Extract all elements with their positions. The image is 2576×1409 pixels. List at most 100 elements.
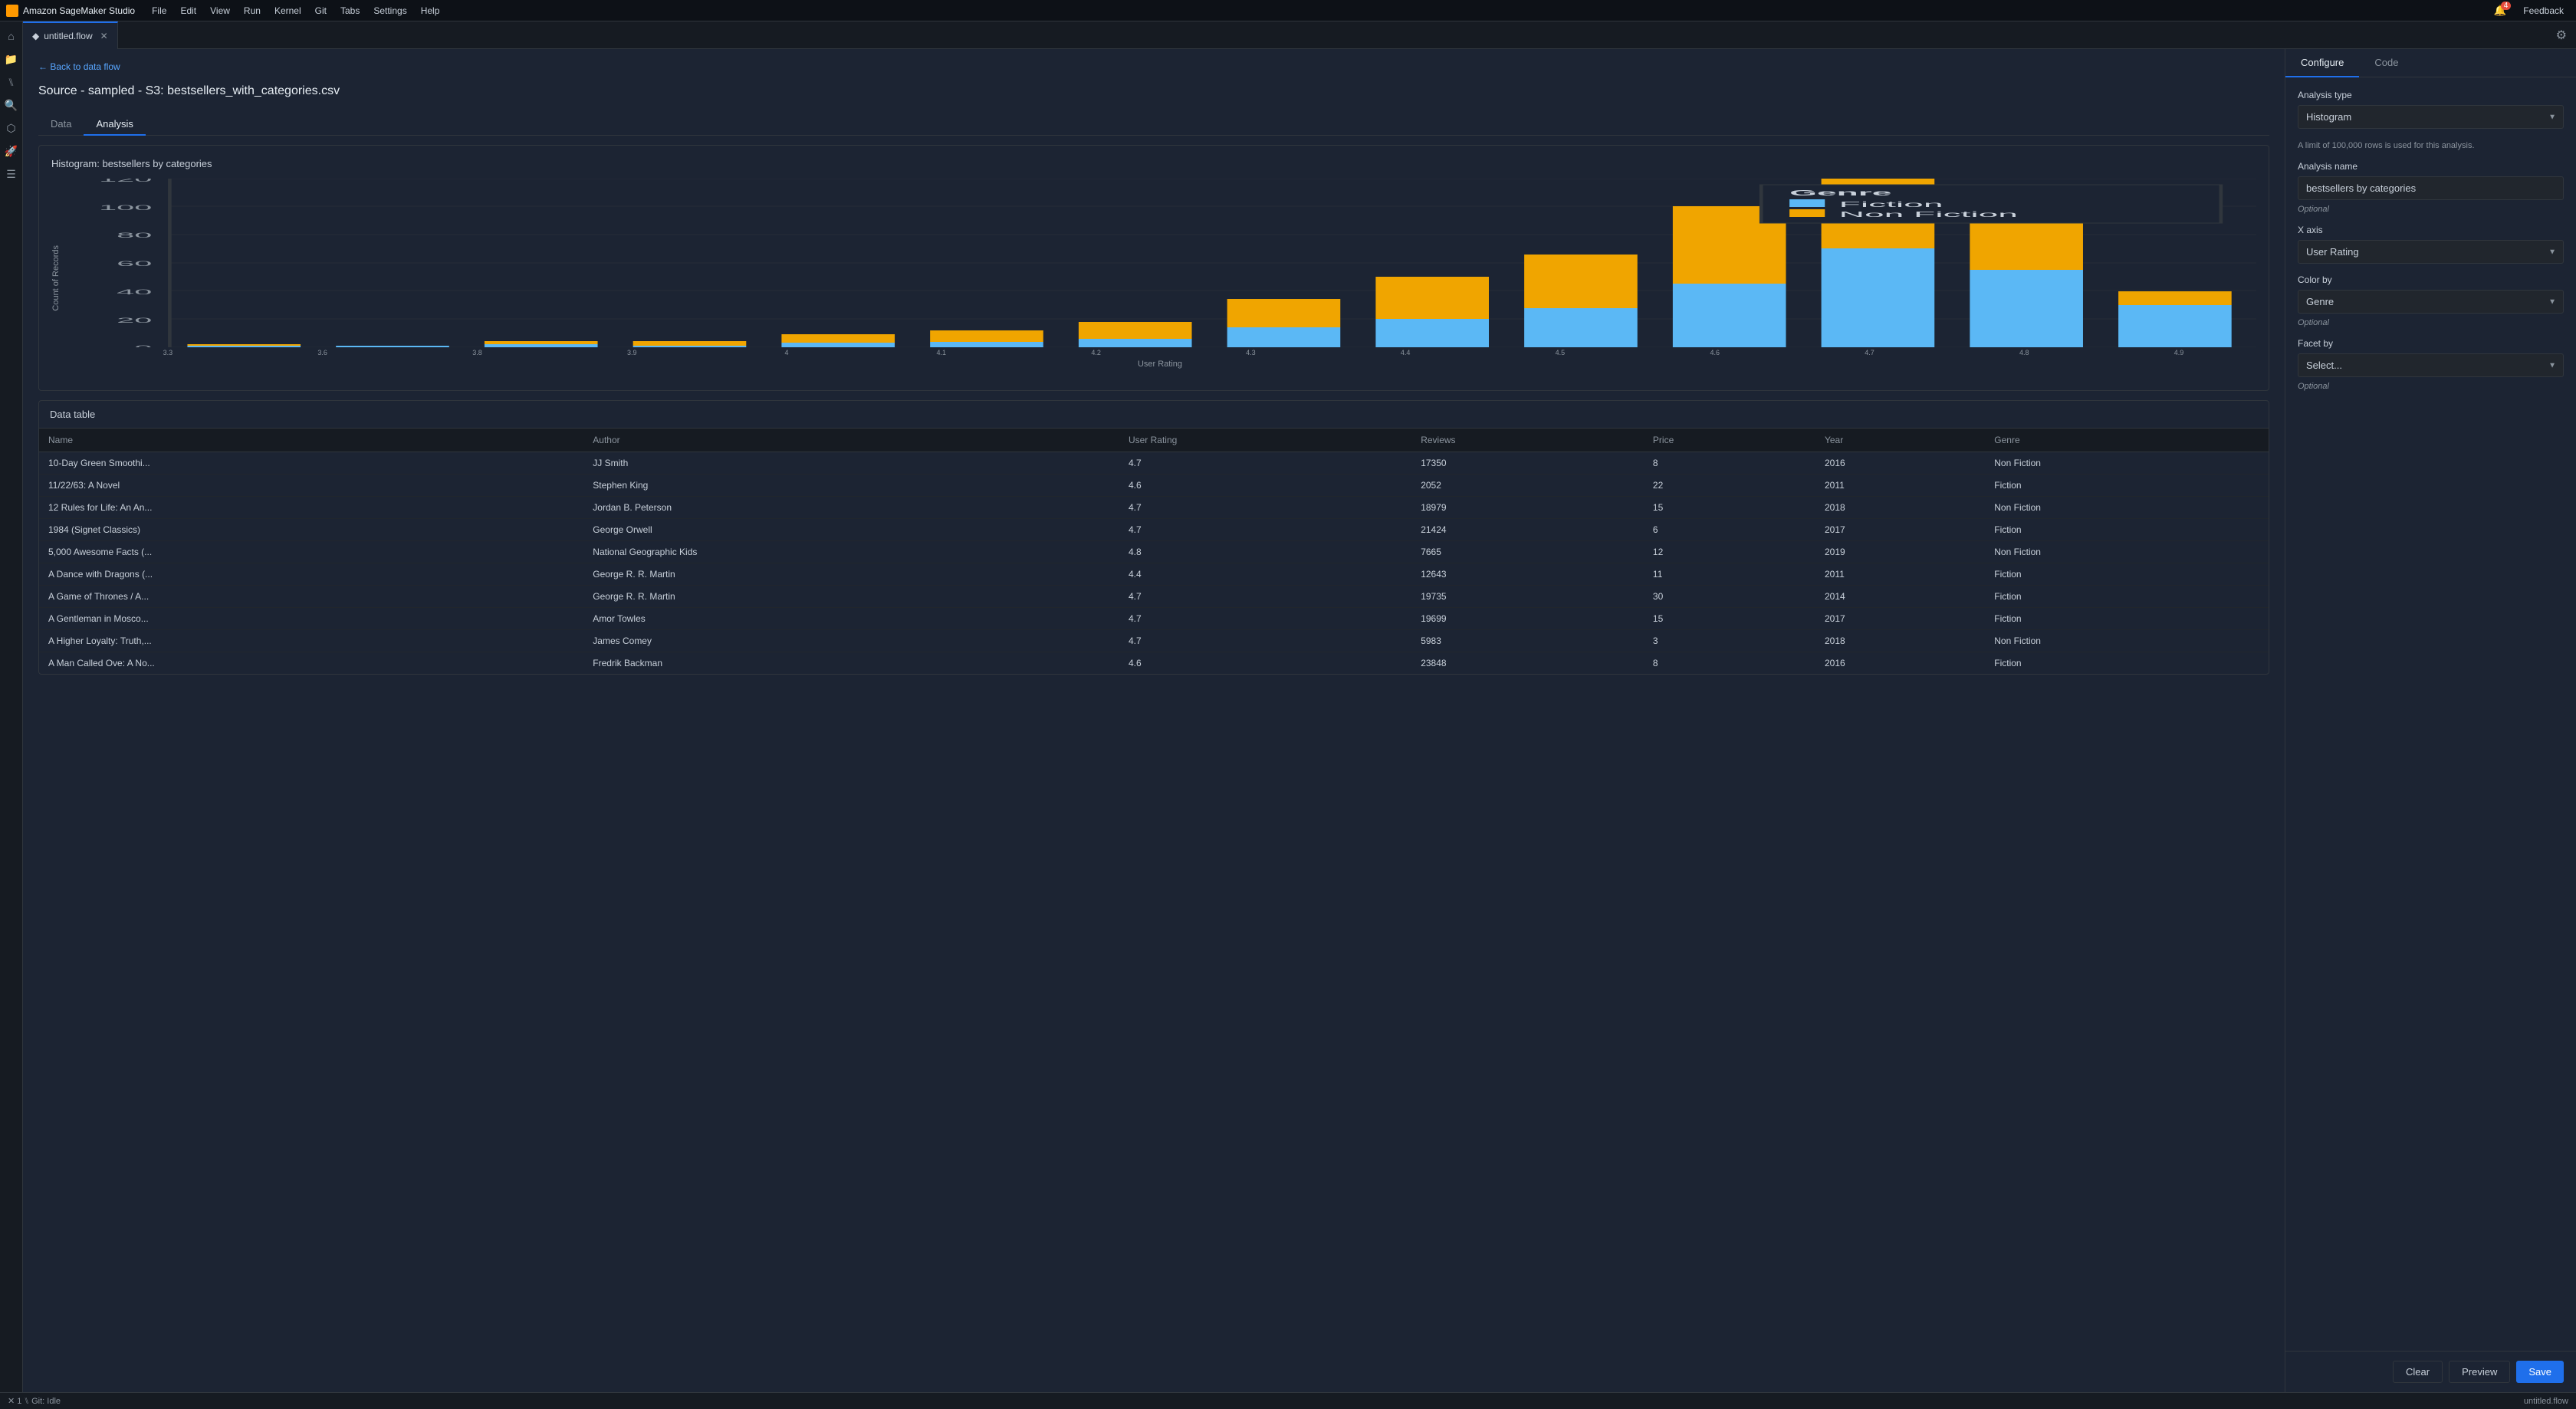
chart-svg: 0 20 40 60 80 100 120 [64,179,2256,347]
table-cell-3: 12643 [1411,563,1644,586]
back-to-data-flow[interactable]: ← Back to data flow [38,61,2269,72]
table-cell-3: 2052 [1411,475,1644,497]
sidebar-icon-layers[interactable]: ☰ [3,166,20,182]
x-label-9: 4.5 [1483,349,1638,356]
table-cell-0: 12 Rules for Life: An An... [39,497,583,519]
x-label-4: 4 [709,349,864,356]
x-label-8: 4.4 [1328,349,1483,356]
table-row: A Gentleman in Mosco...Amor Towles4.7196… [39,608,2269,630]
status-left: ✕ 1 ⑊ Git: Idle [8,1396,61,1406]
tab-icon: ◆ [32,31,39,41]
table-row: 12 Rules for Life: An An...Jordan B. Pet… [39,497,2269,519]
right-tab-configure[interactable]: Configure [2285,49,2359,77]
menu-kernel[interactable]: Kernel [268,4,307,18]
feedback-button[interactable]: Feedback [2517,4,2570,18]
facet-by-select[interactable]: Select... [2298,353,2564,377]
right-panel-body: Analysis type Histogram Bar Chart Scatte… [2285,77,2576,1351]
x-axis-select-wrapper: User Rating Reviews Price Year ▼ [2298,240,2564,264]
table-cell-2: 4.4 [1119,563,1411,586]
menu-git[interactable]: Git [309,4,333,18]
menu-edit[interactable]: Edit [174,4,202,18]
menu-run[interactable]: Run [238,4,267,18]
analysis-type-select-wrapper: Histogram Bar Chart Scatter Plot Line Ch… [2298,105,2564,129]
table-cell-1: George Orwell [583,519,1119,541]
facet-by-optional: Optional [2298,382,2564,391]
col-header-year: Year [1815,429,1985,452]
sidebar-icon-files[interactable]: 📁 [3,51,20,67]
table-row: A Dance with Dragons (... George R. R. M… [39,563,2269,586]
menu-tabs[interactable]: Tabs [334,4,366,18]
tab-untitled-flow[interactable]: ◆ untitled.flow ✕ [23,21,118,49]
left-sidebar: ⌂ 📁 ⑊ 🔍 ⬡ 🚀 ☰ [0,21,23,1392]
analysis-type-select[interactable]: Histogram Bar Chart Scatter Plot Line Ch… [2298,105,2564,129]
table-cell-1: George R. R. Martin [583,563,1119,586]
data-table: Name Author User Rating Reviews Price Ye… [39,429,2269,674]
table-cell-4: 8 [1644,452,1815,475]
x-label-0: 3.3 [90,349,245,356]
right-tab-code[interactable]: Code [2359,49,2413,77]
svg-text:120: 120 [99,179,152,183]
table-cell-1: Jordan B. Peterson [583,497,1119,519]
facet-by-group: Facet by Select... ▼ Optional [2298,338,2564,391]
table-cell-5: 2016 [1815,652,1985,675]
sub-tab-analysis[interactable]: Analysis [84,113,145,136]
table-cell-0: 5,000 Awesome Facts (... [39,541,583,563]
color-by-optional: Optional [2298,318,2564,327]
tab-close-button[interactable]: ✕ [100,31,108,41]
sidebar-icon-home[interactable]: ⌂ [3,28,20,44]
table-cell-4: 30 [1644,586,1815,608]
table-cell-0: 10-Day Green Smoothi... [39,452,583,475]
settings-icon[interactable]: ⚙ [2547,28,2576,43]
svg-text:0: 0 [134,344,152,347]
table-cell-4: 6 [1644,519,1815,541]
table-row: 1984 (Signet Classics)George Orwell4.721… [39,519,2269,541]
analysis-name-optional: Optional [2298,205,2564,214]
table-cell-0: A Game of Thrones / A... [39,586,583,608]
notification-button[interactable]: 🔔4 [2489,3,2512,18]
table-cell-1: James Comey [583,630,1119,652]
sidebar-icon-deploy[interactable]: 🚀 [3,143,20,159]
x-label-5: 4.1 [864,349,1019,356]
table-row: 11/22/63: A NovelStephen King4.620522220… [39,475,2269,497]
analysis-name-label: Analysis name [2298,161,2564,172]
sidebar-icon-nodes[interactable]: ⬡ [3,120,20,136]
col-header-price: Price [1644,429,1815,452]
page-content: ← Back to data flow Source - sampled - S… [23,49,2576,1392]
content-area: ◆ untitled.flow ✕ ⚙ ← Back to data flow … [23,21,2576,1392]
menu-view[interactable]: View [204,4,236,18]
x-axis-label: User Rating [64,360,2256,369]
x-axis-select[interactable]: User Rating Reviews Price Year [2298,240,2564,264]
table-cell-6: Fiction [1985,475,2269,497]
facet-by-select-wrapper: Select... ▼ [2298,353,2564,377]
clear-button[interactable]: Clear [2393,1361,2443,1383]
menu-settings[interactable]: Settings [367,4,412,18]
table-cell-2: 4.7 [1119,586,1411,608]
color-by-select[interactable]: Genre None Year [2298,290,2564,314]
x-label-11: 4.7 [1792,349,1947,356]
left-panel: ← Back to data flow Source - sampled - S… [23,49,2285,1392]
save-button[interactable]: Save [2516,1361,2564,1383]
analysis-name-input[interactable] [2298,176,2564,200]
menu-file[interactable]: File [146,4,172,18]
table-cell-3: 5983 [1411,630,1644,652]
table-cell-2: 4.8 [1119,541,1411,563]
analysis-name-group: Analysis name Optional [2298,161,2564,214]
preview-button[interactable]: Preview [2449,1361,2510,1383]
x-label-12: 4.8 [1947,349,2101,356]
app-icon [6,5,18,17]
table-cell-3: 17350 [1411,452,1644,475]
table-cell-6: Non Fiction [1985,541,2269,563]
table-cell-3: 21424 [1411,519,1644,541]
table-cell-2: 4.7 [1119,452,1411,475]
table-cell-2: 4.7 [1119,630,1411,652]
facet-by-label: Facet by [2298,338,2564,349]
table-cell-6: Non Fiction [1985,452,2269,475]
menu-help[interactable]: Help [415,4,446,18]
table-cell-0: A Higher Loyalty: Truth,... [39,630,583,652]
sub-tab-data[interactable]: Data [38,113,84,136]
table-cell-3: 7665 [1411,541,1644,563]
sidebar-icon-git[interactable]: ⑊ [3,74,20,90]
sidebar-icon-search[interactable]: 🔍 [3,97,20,113]
limit-note: A limit of 100,000 rows is used for this… [2298,141,2564,150]
sub-tabs: Data Analysis [38,113,2269,136]
